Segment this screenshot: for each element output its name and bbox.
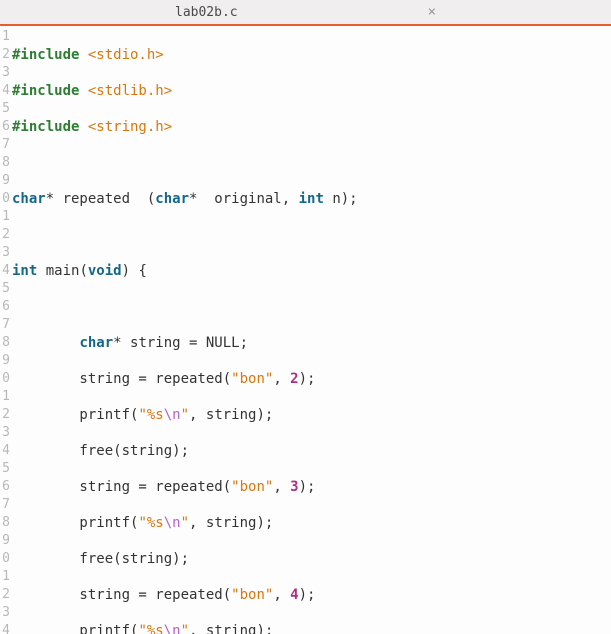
line-number: 7 — [0, 496, 10, 514]
line-number: 0 — [0, 550, 10, 568]
code-line: string = repeated("bon", 4); — [12, 586, 611, 604]
line-number: 5 — [0, 280, 10, 298]
line-number: 3 — [0, 424, 10, 442]
line-number: 8 — [0, 334, 10, 352]
code-line — [12, 298, 611, 316]
line-number: 8 — [0, 154, 10, 172]
line-number: 0 — [0, 370, 10, 388]
line-number: 3 — [0, 604, 10, 622]
code-line: char* string = NULL; — [12, 334, 611, 352]
line-number: 2 — [0, 226, 10, 244]
line-number: 2 — [0, 406, 10, 424]
code-line: printf("%s\n", string); — [12, 406, 611, 424]
line-number: 0 — [0, 190, 10, 208]
line-number: 6 — [0, 298, 10, 316]
code-line — [12, 154, 611, 172]
line-number: 2 — [0, 46, 10, 64]
tab-bar: lab02b.c × — [0, 0, 611, 26]
line-number: 5 — [0, 100, 10, 118]
code-line: string = repeated("bon", 2); — [12, 370, 611, 388]
line-number: 1 — [0, 568, 10, 586]
line-number: 4 — [0, 442, 10, 460]
code-line: char* repeated (char* original, int n); — [12, 190, 611, 208]
line-number: 7 — [0, 136, 10, 154]
line-number: 1 — [0, 388, 10, 406]
code-line: #include <stdlib.h> — [12, 82, 611, 100]
code-line: free(string); — [12, 550, 611, 568]
code-line: printf("%s\n", string); — [12, 622, 611, 634]
code-line: free(string); — [12, 442, 611, 460]
line-number: 1 — [0, 28, 10, 46]
line-number: 9 — [0, 532, 10, 550]
line-number: 3 — [0, 244, 10, 262]
line-number: 7 — [0, 316, 10, 334]
code-line: #include <string.h> — [12, 118, 611, 136]
line-number: 4 — [0, 262, 10, 280]
code-line — [12, 226, 611, 244]
line-number: 3 — [0, 64, 10, 82]
code-line: int main(void) { — [12, 262, 611, 280]
code-line: #include <stdio.h> — [12, 46, 611, 64]
code-area[interactable]: #include <stdio.h> #include <stdlib.h> #… — [10, 26, 611, 634]
line-number: 8 — [0, 514, 10, 532]
line-number: 4 — [0, 622, 10, 634]
line-number: 6 — [0, 478, 10, 496]
line-number: 9 — [0, 352, 10, 370]
line-number: 9 — [0, 172, 10, 190]
close-icon[interactable]: × — [428, 4, 436, 20]
editor-window: lab02b.c × 12345678901234567890123456789… — [0, 0, 611, 634]
line-number: 6 — [0, 118, 10, 136]
line-number: 4 — [0, 82, 10, 100]
line-number: 5 — [0, 460, 10, 478]
tab-filename[interactable]: lab02b.c — [175, 5, 238, 20]
line-number: 1 — [0, 208, 10, 226]
line-number: 2 — [0, 586, 10, 604]
code-line: string = repeated("bon", 3); — [12, 478, 611, 496]
code-line: printf("%s\n", string); — [12, 514, 611, 532]
line-number-gutter: 1234567890123456789012345678901234 — [0, 26, 10, 634]
editor-area: 1234567890123456789012345678901234 #incl… — [0, 26, 611, 634]
